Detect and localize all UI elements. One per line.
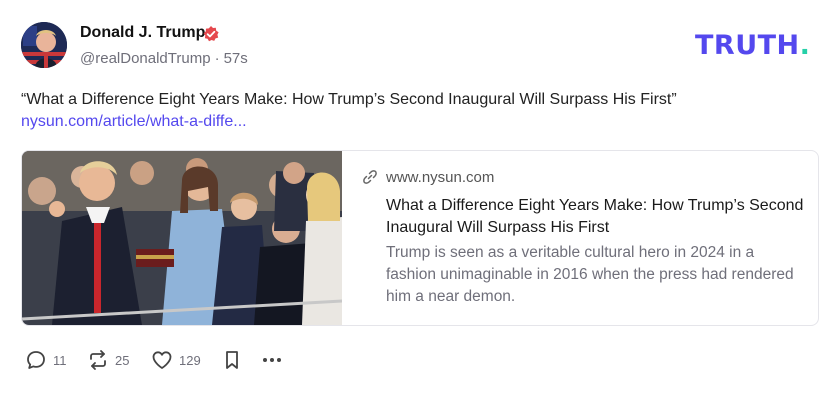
- retruth-button[interactable]: 25: [87, 348, 129, 372]
- bookmark-button[interactable]: [221, 348, 243, 372]
- retruth-count: 25: [115, 352, 130, 368]
- like-count: 129: [179, 352, 201, 368]
- link-preview-image: [22, 151, 342, 325]
- meta-separator: ·: [214, 50, 220, 67]
- logo-text: TRUTH: [695, 30, 800, 61]
- post-timestamp[interactable]: 57s: [224, 50, 248, 67]
- link-preview-description: Trump is seen as a veritable cultural he…: [386, 244, 794, 305]
- more-options-button[interactable]: [261, 348, 283, 372]
- more-dots-icon: [263, 358, 281, 362]
- avatar-image: [21, 22, 67, 68]
- author-meta: @realDonaldTrump · 57s: [80, 50, 248, 67]
- post-body-text: “What a Difference Eight Years Make: How…: [21, 91, 677, 108]
- reply-count: 11: [53, 352, 67, 368]
- heart-icon: [152, 351, 172, 369]
- link-preview-card[interactable]: www.nysun.com What a Difference Eight Ye…: [21, 150, 819, 326]
- link-preview-domain-row: www.nysun.com: [362, 169, 494, 186]
- logo-dot: .: [799, 30, 811, 61]
- reply-bubble-icon: [27, 351, 45, 369]
- author-handle[interactable]: @realDonaldTrump: [80, 50, 211, 67]
- verified-badge-icon: [203, 26, 219, 42]
- author-avatar[interactable]: [21, 22, 67, 68]
- author-display-name[interactable]: Donald J. Trump: [80, 24, 205, 42]
- like-button[interactable]: 129: [151, 348, 201, 372]
- link-icon: [363, 170, 377, 184]
- link-preview-domain: www.nysun.com: [386, 169, 495, 186]
- truth-social-logo[interactable]: TRUTH.: [695, 30, 810, 61]
- truth-post: Donald J. Trump @realDonaldTrump · 57s TRU…: [0, 0, 840, 406]
- retruth-icon: [90, 350, 106, 370]
- reply-button[interactable]: 11: [25, 348, 67, 372]
- link-preview-title[interactable]: What a Difference Eight Years Make: How …: [386, 195, 806, 239]
- post-link[interactable]: nysun.com/article/what-a-diffe...: [21, 113, 247, 131]
- bookmark-icon: [226, 351, 238, 369]
